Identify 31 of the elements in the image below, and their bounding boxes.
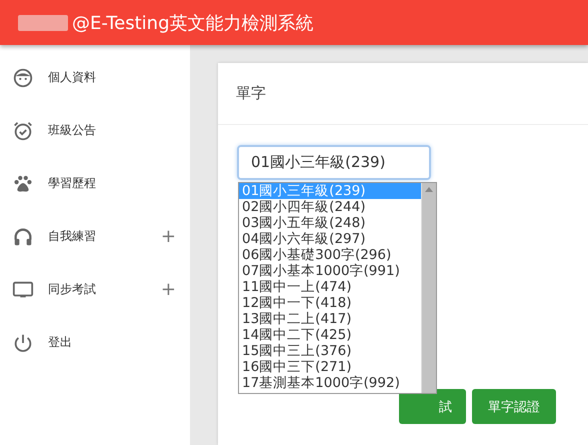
dropdown-option[interactable]: 12國中一下(418) xyxy=(239,295,421,311)
sidebar-item[interactable]: 個人資料 xyxy=(0,51,190,104)
sidebar-item[interactable]: 班級公告 xyxy=(0,104,190,157)
dropdown-option[interactable]: 07國小基本1000字(991) xyxy=(239,263,421,279)
sidebar-item[interactable]: 同步考試 + xyxy=(0,263,190,316)
app-title: @E-Testing英文能力檢測系統 xyxy=(72,12,314,34)
face-icon xyxy=(12,66,34,88)
dropdown-option[interactable]: 17基測基本1000字(992) xyxy=(239,375,421,391)
alarm-clock-icon xyxy=(12,120,34,142)
sidebar-item[interactable]: 登出 xyxy=(0,316,190,369)
headphones-icon xyxy=(12,226,34,248)
level-select[interactable]: 01國小三年級(239) xyxy=(237,145,431,180)
expand-icon[interactable]: + xyxy=(160,226,176,247)
dropdown-option[interactable]: 04國小六年級(297) xyxy=(239,231,421,247)
dropdown-option[interactable]: 02國小四年級(244) xyxy=(239,199,421,215)
dropdown-option[interactable]: 03國小五年級(248) xyxy=(239,215,421,231)
card-title: 單字 xyxy=(236,84,266,103)
dropdown-option[interactable]: 16國中三下(271) xyxy=(239,359,421,375)
scroll-up-icon[interactable] xyxy=(425,187,433,192)
redacted-block xyxy=(18,14,68,30)
dropdown-option[interactable]: 14國中二下(425) xyxy=(239,327,421,343)
sidebar-item[interactable]: 學習歷程 xyxy=(0,157,190,210)
exam-button[interactable]: 試 xyxy=(399,389,466,424)
dropdown-option[interactable]: 15國中三上(376) xyxy=(239,343,421,359)
sidebar-item[interactable]: 自我練習 + xyxy=(0,210,190,263)
certify-button[interactable]: 單字認證 xyxy=(472,389,556,424)
dropdown-option[interactable]: 11國中一上(474) xyxy=(239,279,421,295)
dropdown-option[interactable]: 06國小基礎300字(296) xyxy=(239,247,421,263)
scrollbar[interactable] xyxy=(421,183,436,393)
dropdown-option[interactable]: 13國中二上(417) xyxy=(239,311,421,327)
expand-icon[interactable]: + xyxy=(160,279,176,300)
